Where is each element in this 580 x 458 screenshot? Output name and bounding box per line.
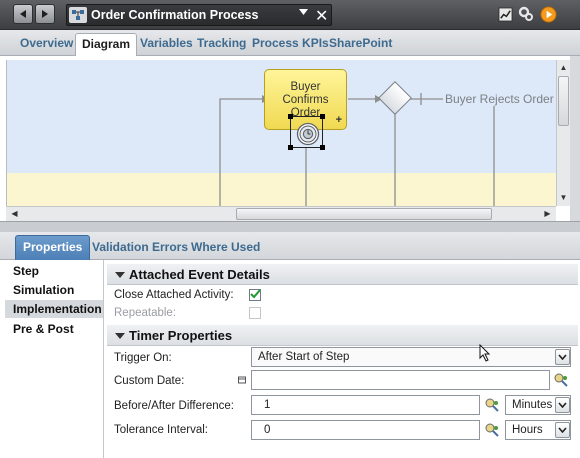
tab-validation-errors[interactable]: Validation Errors [92,240,188,254]
difference-unit-dropdown-button[interactable] [555,397,570,413]
tolerance-unit-dropdown-button[interactable] [555,422,570,438]
variable-picker-icon[interactable] [484,397,500,413]
settings-button[interactable] [516,4,536,24]
chevron-down-icon [558,427,567,433]
collapse-triangle-icon[interactable] [115,272,125,278]
vertical-scroll-thumb[interactable] [558,76,569,126]
scroll-up-button[interactable]: ▲ [557,61,570,74]
process-title: Order Confirmation Process [91,8,259,22]
tab-tracking[interactable]: Tracking [197,36,246,50]
property-nav: Step Simulation Implementation Pre & Pos… [0,260,104,458]
difference-unit-value: Minutes [512,399,553,411]
left-arrow-icon [20,10,26,18]
selection-box [288,114,325,150]
scroll-left-button[interactable]: ◀ [8,207,21,220]
tolerance-unit-value: Hours [512,424,543,436]
difference-input[interactable]: 1 [251,395,480,415]
tab-overview[interactable]: Overview [20,36,73,50]
attached-event-section-header[interactable]: Attached Event Details [107,264,578,285]
scroll-down-button[interactable]: ▼ [557,191,570,204]
custom-date-label: Custom Date: [114,375,185,387]
gear-icon [518,6,533,21]
collapse-triangle-icon[interactable] [115,333,125,339]
difference-label: Before/After Difference: [114,400,234,412]
forward-button[interactable] [35,4,55,24]
nav-item-pre-post[interactable]: Pre & Post [5,320,82,338]
trigger-on-value: After Start of Step [258,351,350,363]
vertical-scrollbar[interactable]: ▲ ▼ [556,60,570,206]
implementation-panel: Attached Event Details Close Attached Ac… [105,260,580,458]
property-tab-bar: Properties Validation Errors Where Used [0,232,580,260]
scroll-right-button[interactable]: ▶ [541,207,554,220]
expand-marker[interactable]: + [336,114,342,127]
outcome-label[interactable]: Buyer Rejects Order [445,92,554,106]
tab-process-kpis[interactable]: Process KPIs [252,36,329,50]
tab-sharepoint[interactable]: SharePoint [329,36,392,50]
task-label-line: Buyer [290,81,321,93]
nav-item-implementation[interactable]: Implementation [5,300,103,318]
chevron-down-icon [558,402,567,408]
trigger-dropdown-button[interactable] [555,349,570,365]
chevron-down-icon [558,354,567,360]
chevron-down-icon[interactable] [299,9,308,15]
process-icon [69,7,87,23]
tolerance-value: 0 [264,424,271,436]
close-process-button[interactable]: ✕ [315,6,328,26]
title-bar: Order Confirmation Process ✕ [0,0,580,30]
task-label-line: Confirms [282,94,329,106]
back-button[interactable] [13,4,33,24]
repeatable-label: Repeatable: [114,307,177,319]
splitter[interactable] [0,221,580,232]
right-gutter [570,56,580,226]
chart-button[interactable] [495,4,515,24]
trigger-on-select[interactable]: After Start of Step [251,347,571,367]
horizontal-scrollbar[interactable]: ◀ ▶ [6,206,556,221]
horizontal-scroll-thumb[interactable] [236,208,492,220]
timer-section-header[interactable]: Timer Properties [107,325,578,346]
variable-picker-icon[interactable] [553,372,569,388]
trigger-on-label: Trigger On: [114,352,172,364]
variable-picker-icon[interactable] [484,422,500,438]
nav-item-step[interactable]: Step [5,262,47,280]
play-icon [539,5,557,23]
close-attached-checkbox[interactable] [249,289,261,301]
tab-diagram[interactable]: Diagram [75,33,138,56]
mouse-cursor-icon [479,344,491,362]
diagram-canvas[interactable]: Buyer Confirms Order + Buyer Rejects Ord… [6,60,556,206]
process-selector[interactable]: Order Confirmation Process ✕ [66,4,332,26]
run-button[interactable] [538,4,558,24]
section-title: Attached Event Details [129,267,270,282]
section-title: Timer Properties [129,328,233,343]
difference-value: 1 [264,399,271,411]
repeatable-checkbox[interactable] [249,307,261,319]
custom-date-input[interactable] [251,370,550,390]
checkmark-icon [250,289,261,299]
close-attached-label: Close Attached Activity: [114,289,234,301]
nav-item-simulation[interactable]: Simulation [5,281,82,299]
tab-properties[interactable]: Properties [15,235,91,260]
tab-variables[interactable]: Variables [140,36,193,50]
calendar-link-icon[interactable] [238,376,246,384]
tolerance-label: Tolerance Interval: [114,424,208,436]
chart-icon [497,6,513,22]
tab-where-used[interactable]: Where Used [191,240,260,254]
tolerance-input[interactable]: 0 [251,420,480,440]
right-arrow-icon [42,10,48,18]
main-tab-bar: Overview Diagram Variables Tracking Proc… [0,30,580,56]
